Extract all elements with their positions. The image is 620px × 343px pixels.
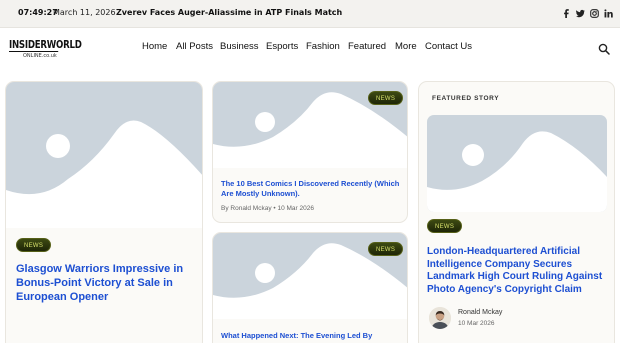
current-date: March 11, 2026 bbox=[53, 8, 116, 17]
site-logo[interactable]: INSIDERWORLD ONLINE.co.uk bbox=[9, 39, 82, 61]
twitter-icon[interactable] bbox=[574, 7, 586, 19]
nav-fashion[interactable]: Fashion bbox=[306, 41, 340, 52]
article-image-placeholder bbox=[6, 82, 202, 228]
nav-home[interactable]: Home bbox=[142, 41, 167, 52]
news-badge[interactable]: NEWS bbox=[16, 238, 52, 252]
article-card[interactable]: NEWS What Happened Next: The Evening Led… bbox=[212, 232, 408, 343]
article-title[interactable]: The 10 Best Comics I Discovered Recently… bbox=[221, 179, 401, 199]
facebook-icon[interactable] bbox=[560, 7, 572, 19]
post-date: 10 Mar 2026 bbox=[458, 320, 495, 327]
article-card[interactable]: NEWS Glasgow Warriors Impressive in Bonu… bbox=[5, 81, 203, 343]
logo-wordmark: INSIDERWORLD bbox=[9, 39, 82, 52]
nav-contact-us[interactable]: Contact Us bbox=[425, 41, 472, 52]
featured-story-heading: FEATURED STORY bbox=[432, 95, 500, 102]
news-badge[interactable]: NEWS bbox=[368, 242, 404, 256]
nav-esports[interactable]: Esports bbox=[266, 41, 298, 52]
news-ticker-headline[interactable]: Zverev Faces Auger-Aliassime in ATP Fina… bbox=[116, 8, 342, 17]
nav-all-posts[interactable]: All Posts bbox=[176, 41, 213, 52]
clock-time: 07:49:27 bbox=[18, 8, 58, 17]
featured-title[interactable]: London-Headquartered Artificial Intellig… bbox=[427, 246, 613, 296]
article-card[interactable]: NEWS The 10 Best Comics I Discovered Rec… bbox=[212, 81, 408, 223]
linkedin-icon[interactable] bbox=[602, 7, 614, 19]
article-title[interactable]: Glasgow Warriors Impressive in Bonus-Poi… bbox=[16, 262, 196, 304]
news-badge[interactable]: NEWS bbox=[427, 219, 463, 233]
author-avatar[interactable] bbox=[429, 307, 451, 329]
search-icon[interactable] bbox=[598, 40, 610, 55]
nav-business[interactable]: Business bbox=[220, 41, 259, 52]
instagram-icon[interactable] bbox=[588, 7, 600, 19]
top-bar: 07:49:27 March 11, 2026 Zverev Faces Aug… bbox=[0, 0, 620, 28]
article-title[interactable]: What Happened Next: The Evening Led By bbox=[221, 331, 403, 341]
article-meta: By Ronald Mckay • 10 Mar 2026 bbox=[221, 205, 314, 212]
featured-image-placeholder[interactable] bbox=[427, 115, 607, 212]
author-name[interactable]: Ronald Mckay bbox=[458, 309, 502, 316]
nav-featured[interactable]: Featured bbox=[348, 41, 386, 52]
nav-more[interactable]: More bbox=[395, 41, 417, 52]
logo-subtext: ONLINE.co.uk bbox=[23, 53, 57, 59]
news-badge[interactable]: NEWS bbox=[368, 91, 404, 105]
